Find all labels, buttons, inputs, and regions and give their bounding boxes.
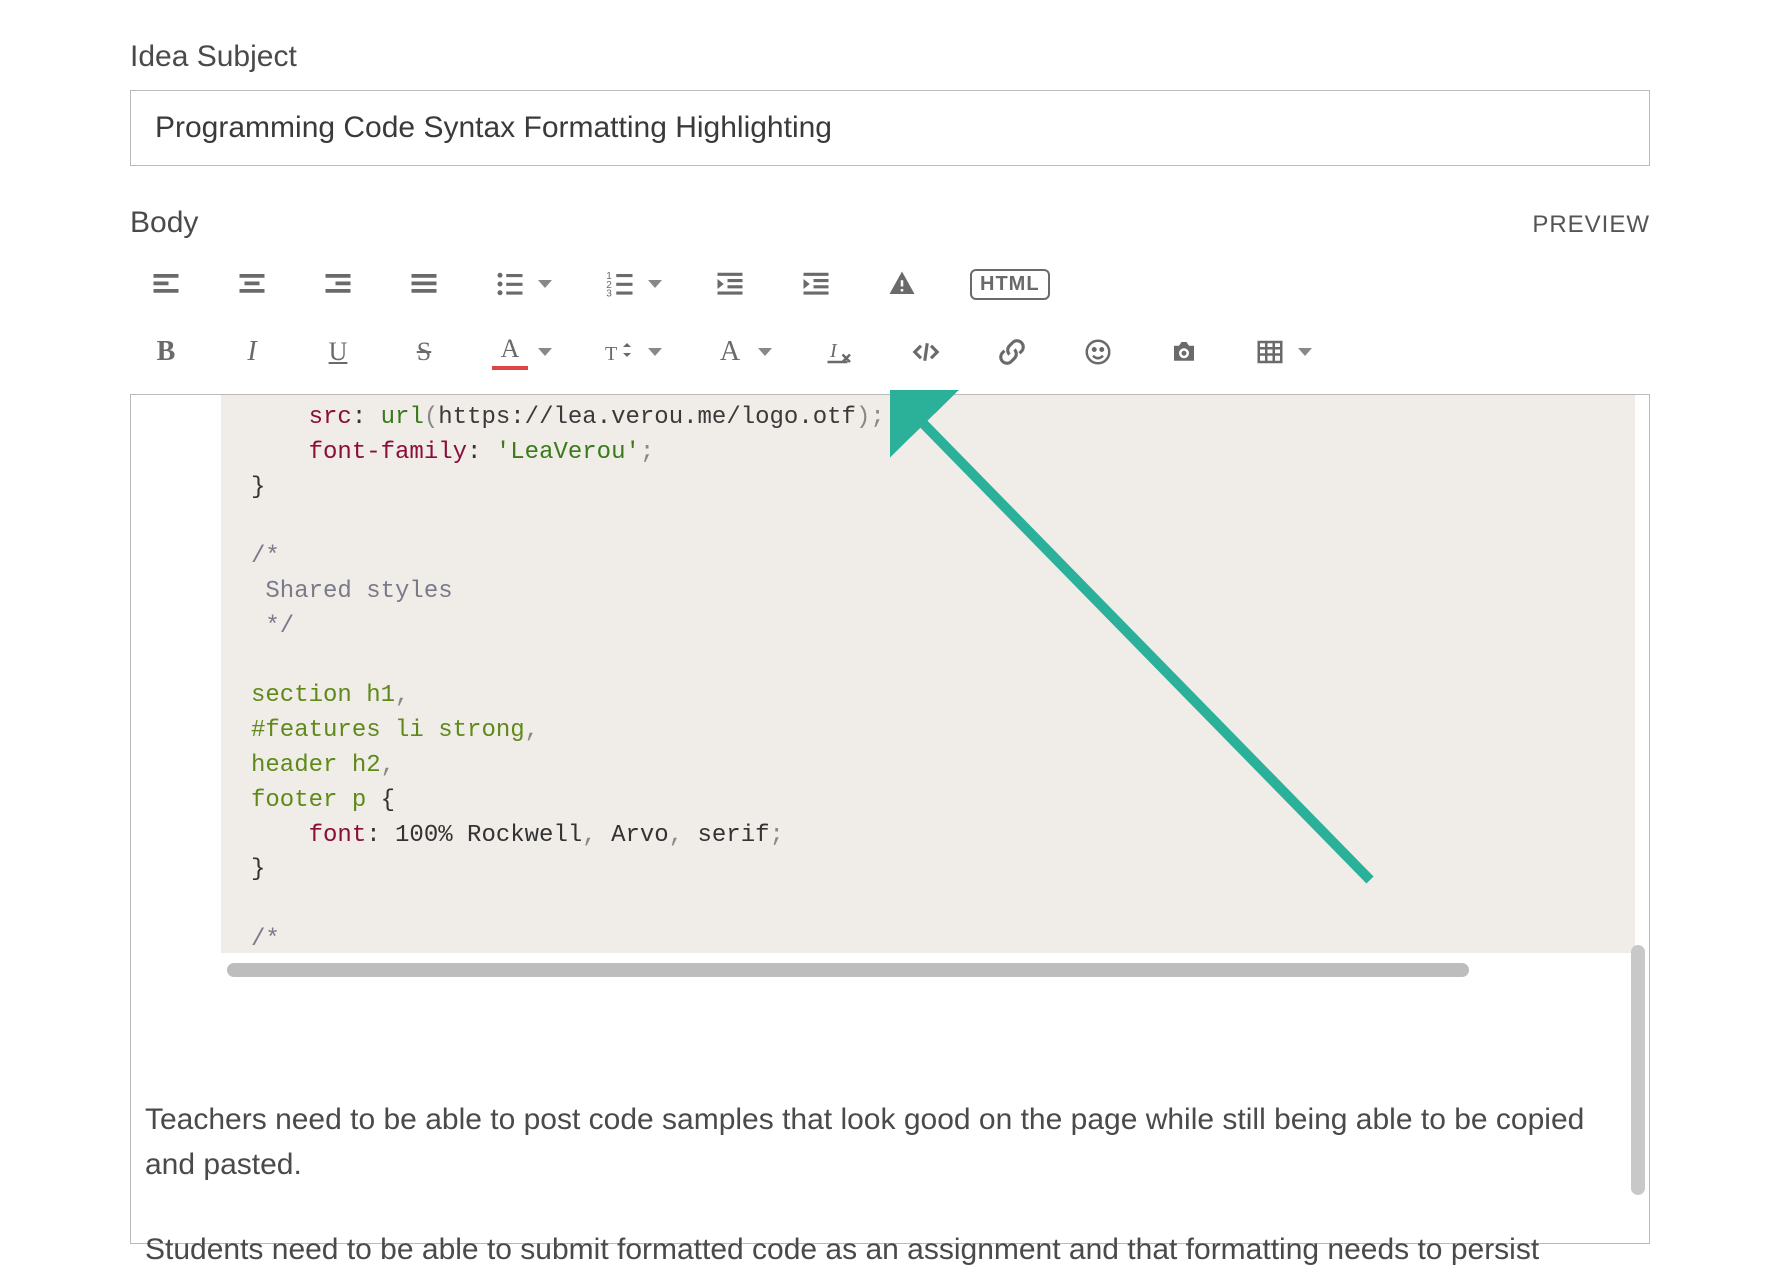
editor-body[interactable]: src: url(https://lea.verou.me/logo.otf);… xyxy=(130,394,1650,1244)
outdent-button[interactable] xyxy=(712,266,748,302)
table-dropdown[interactable] xyxy=(1298,348,1312,356)
editor-text-content[interactable]: Teachers need to be able to post code sa… xyxy=(131,977,1649,1272)
font-size-icon: T xyxy=(605,337,635,367)
table-icon xyxy=(1255,337,1285,367)
subject-label: Idea Subject xyxy=(130,40,1650,74)
spoiler-button[interactable] xyxy=(884,266,920,302)
indent-button[interactable] xyxy=(798,266,834,302)
text-color-dropdown[interactable] xyxy=(538,348,552,356)
bold-button[interactable]: B xyxy=(148,334,184,370)
code-sample-block: src: url(https://lea.verou.me/logo.otf);… xyxy=(221,395,1635,953)
align-justify-icon xyxy=(409,269,439,299)
code-horizontal-scrollbar[interactable] xyxy=(227,963,1469,977)
numbered-list-button[interactable]: 123 xyxy=(602,266,638,302)
body-label: Body xyxy=(130,206,198,240)
editor-vertical-scrollbar[interactable] xyxy=(1631,945,1645,1195)
numbered-list-icon: 123 xyxy=(605,269,635,299)
insert-code-button[interactable] xyxy=(908,334,944,370)
align-center-button[interactable] xyxy=(234,266,270,302)
strikethrough-button[interactable]: S xyxy=(406,334,442,370)
align-center-icon xyxy=(237,269,267,299)
align-right-icon xyxy=(323,269,353,299)
underline-button[interactable]: U xyxy=(320,334,356,370)
svg-text:T: T xyxy=(605,343,617,365)
clear-formatting-button[interactable]: I xyxy=(822,334,858,370)
bullet-list-icon xyxy=(495,269,525,299)
font-family-dropdown[interactable] xyxy=(758,348,772,356)
font-size-dropdown[interactable] xyxy=(648,348,662,356)
indent-icon xyxy=(801,269,831,299)
paragraph-2: Students need to be able to submit forma… xyxy=(145,1227,1635,1272)
svg-text:3: 3 xyxy=(606,289,612,300)
font-family-button[interactable]: A xyxy=(712,334,748,370)
clear-format-icon: I xyxy=(825,337,855,367)
text-color-button[interactable]: A xyxy=(492,334,528,370)
align-justify-button[interactable] xyxy=(406,266,442,302)
paragraph-1: Teachers need to be able to post code sa… xyxy=(145,1097,1635,1187)
insert-table-button[interactable] xyxy=(1252,334,1288,370)
outdent-icon xyxy=(715,269,745,299)
insert-link-button[interactable] xyxy=(994,334,1030,370)
preview-link[interactable]: PREVIEW xyxy=(1532,211,1650,239)
font-size-button[interactable]: T xyxy=(602,334,638,370)
editor-toolbar: 123 HTML B I U S A xyxy=(130,260,1650,394)
code-icon xyxy=(911,337,941,367)
camera-icon xyxy=(1169,337,1199,367)
align-left-button[interactable] xyxy=(148,266,184,302)
bullet-list-button[interactable] xyxy=(492,266,528,302)
subject-input[interactable] xyxy=(130,90,1650,166)
italic-button[interactable]: I xyxy=(234,334,270,370)
emoji-icon xyxy=(1083,337,1113,367)
align-right-button[interactable] xyxy=(320,266,356,302)
insert-image-button[interactable] xyxy=(1166,334,1202,370)
svg-text:I: I xyxy=(829,340,838,362)
link-icon xyxy=(997,337,1027,367)
align-left-icon xyxy=(151,269,181,299)
warning-icon xyxy=(887,269,917,299)
numbered-list-dropdown[interactable] xyxy=(648,280,662,288)
html-source-button[interactable]: HTML xyxy=(970,269,1050,300)
emoji-button[interactable] xyxy=(1080,334,1116,370)
bullet-list-dropdown[interactable] xyxy=(538,280,552,288)
code-token: src xyxy=(309,404,352,431)
